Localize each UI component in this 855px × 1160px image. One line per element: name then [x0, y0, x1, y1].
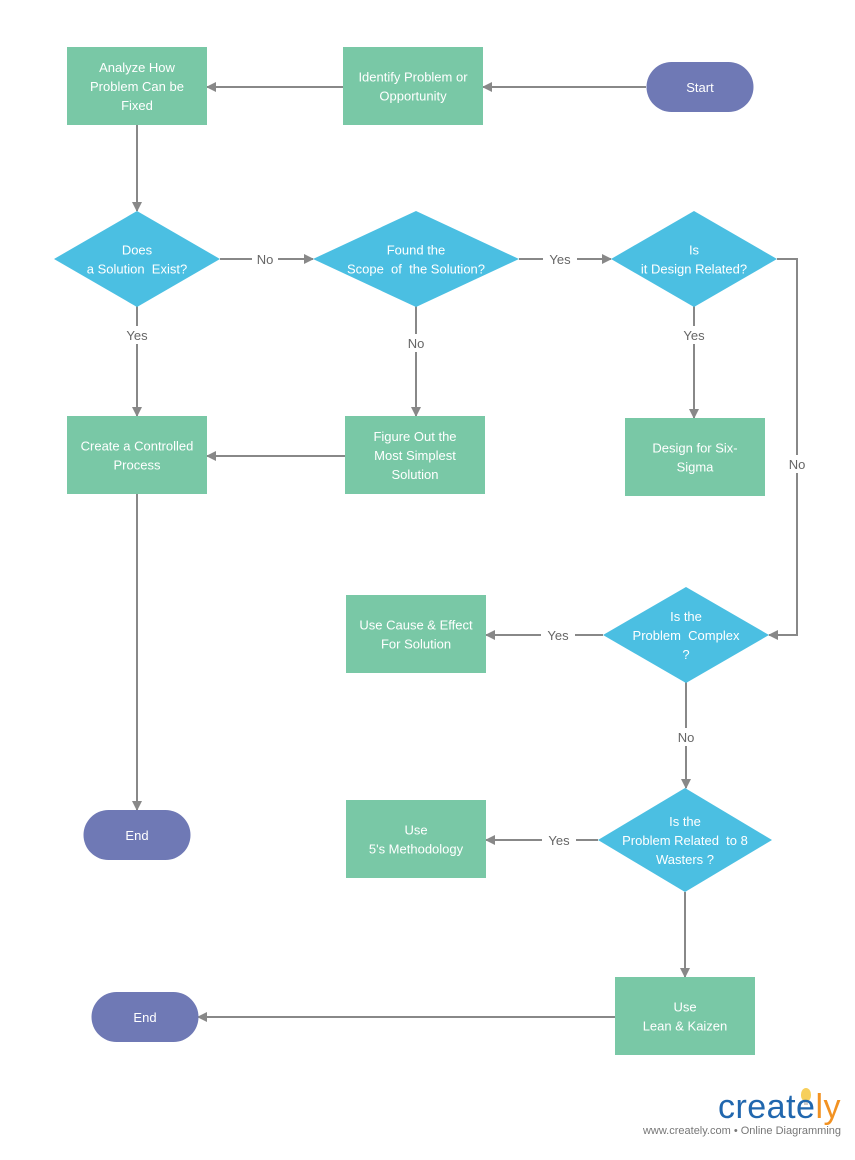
node-label-line: Use Cause & Effect: [359, 618, 473, 633]
node-label-line: Does: [122, 243, 153, 258]
edge-label-no: No: [678, 730, 695, 745]
edge-label-no: No: [257, 252, 274, 267]
edge-label-yes: Yes: [126, 328, 148, 343]
process-shape: [346, 800, 486, 878]
edge-label-no: No: [789, 457, 806, 472]
node-start[interactable]: Start: [646, 62, 754, 112]
node-solution-exist[interactable]: Does a Solution Exist?: [54, 211, 220, 307]
node-label-line: it Design Related?: [641, 262, 747, 277]
edge-label-yes: Yes: [549, 252, 571, 267]
node-wasters[interactable]: Is the Problem Related to 8 Wasters ?: [598, 788, 772, 892]
logo-main: create: [717, 1088, 816, 1126]
node-figure-out[interactable]: Figure Out the Most Simplest Solution: [345, 416, 485, 494]
creately-logo: creately www.creately.com • Online Diagr…: [643, 1088, 841, 1137]
edge-label-yes: Yes: [683, 328, 705, 343]
node-label-line: Opportunity: [379, 89, 447, 104]
node-label-line: Identify Problem or: [358, 70, 468, 85]
node-five-s[interactable]: Use 5's Methodology: [346, 800, 486, 878]
decision-shape: [54, 211, 220, 307]
node-identify[interactable]: Identify Problem or Opportunity: [343, 47, 483, 125]
node-label-line: Is the: [669, 814, 701, 829]
edge-label-yes: Yes: [547, 628, 569, 643]
node-label-line: Analyze How: [99, 60, 175, 75]
node-label-line: Use: [404, 823, 427, 838]
connector-design_related-to-complex: [768, 258, 798, 640]
edge-label-no: No: [408, 336, 425, 351]
node-label-line: ?: [682, 647, 689, 662]
node-cause-effect[interactable]: Use Cause & Effect For Solution: [346, 595, 486, 673]
node-six-sigma[interactable]: Design for Six- Sigma: [625, 418, 765, 496]
node-label-line: Design for Six-: [652, 441, 737, 456]
node-label-line: End: [125, 828, 148, 843]
node-label-line: Problem Can be: [90, 79, 184, 94]
logo-wordmark: creately: [643, 1088, 841, 1127]
node-label-line: Lean & Kaizen: [643, 1019, 728, 1034]
node-design-related[interactable]: Is it Design Related?: [611, 211, 777, 307]
node-end1[interactable]: End: [83, 810, 191, 860]
node-label-line: Solution: [392, 467, 439, 482]
node-end2[interactable]: End: [91, 992, 199, 1042]
decision-shape: [313, 211, 519, 307]
node-label-line: Problem Related to 8: [622, 833, 748, 848]
node-label-line: End: [133, 1010, 156, 1025]
node-label-line: Figure Out the: [373, 429, 456, 444]
node-label-line: Create a Controlled: [81, 439, 194, 454]
process-shape: [67, 416, 207, 494]
node-complex[interactable]: Is the Problem Complex?: [603, 587, 769, 683]
process-shape: [625, 418, 765, 496]
node-label-line: Process: [114, 458, 161, 473]
node-label-line: a Solution Exist?: [87, 262, 187, 277]
node-label-line: Is the: [670, 609, 702, 624]
decision-shape: [611, 211, 777, 307]
node-analyze[interactable]: Analyze How Problem Can be Fixed: [67, 47, 207, 125]
node-label-line: Found the: [387, 243, 446, 258]
node-label-line: Use: [673, 1000, 696, 1015]
node-label-line: 5's Methodology: [369, 842, 464, 857]
node-label-line: Problem Complex: [633, 628, 740, 643]
logo-accent: ly: [815, 1088, 841, 1126]
process-shape: [343, 47, 483, 125]
node-label-line: Scope of the Solution?: [347, 262, 485, 277]
process-shape: [615, 977, 755, 1055]
edge-label-yes: Yes: [548, 833, 570, 848]
node-label-line: Most Simplest: [374, 448, 456, 463]
node-label-line: Start: [686, 80, 714, 95]
node-controlled[interactable]: Create a Controlled Process: [67, 416, 207, 494]
node-label-line: Wasters ?: [656, 852, 714, 867]
node-label-line: Sigma: [677, 460, 715, 475]
process-shape: [346, 595, 486, 673]
node-label-line: Is: [689, 243, 700, 258]
node-found-scope[interactable]: Found the Scope of the Solution?: [313, 211, 519, 307]
node-label-line: Fixed: [121, 98, 153, 113]
node-lean[interactable]: Use Lean & Kaizen: [615, 977, 755, 1055]
flowchart: Start Identify Problem or Opportunity Analy…: [54, 47, 810, 1055]
node-label-line: For Solution: [381, 637, 451, 652]
